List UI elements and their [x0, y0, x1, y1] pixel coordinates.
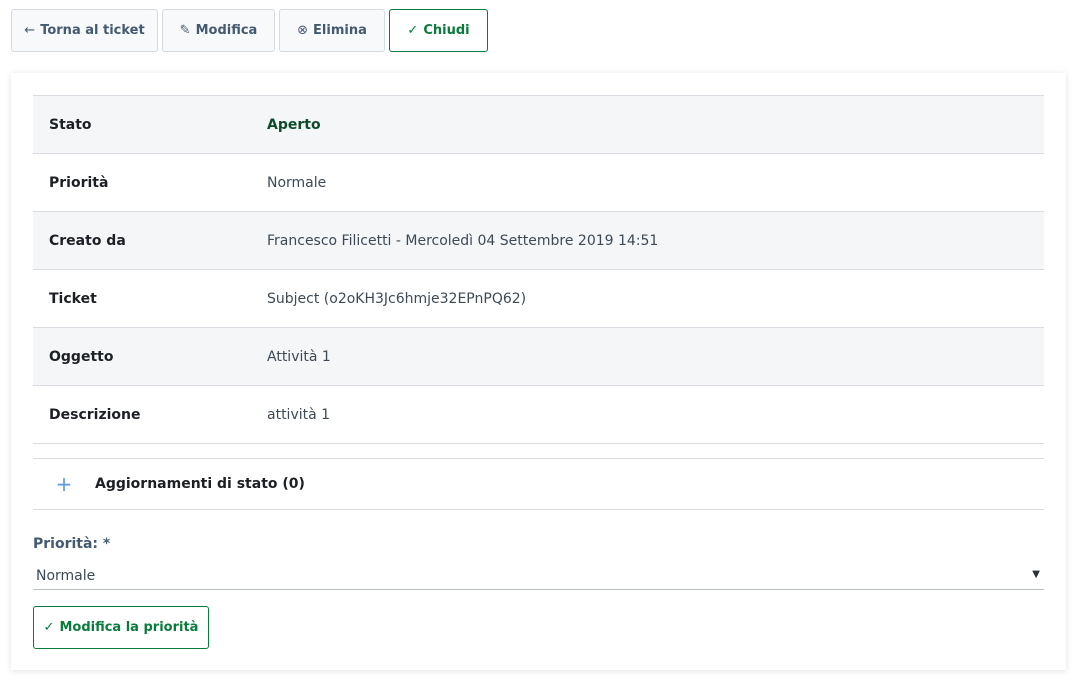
- back-to-ticket-label: Torna al ticket: [40, 23, 145, 38]
- description-value: attività 1: [267, 385, 1044, 444]
- status-updates-toggle[interactable]: + Aggiornamenti di stato (0): [33, 458, 1044, 510]
- edit-button[interactable]: ✎ Modifica: [162, 9, 275, 52]
- plus-icon: +: [55, 472, 73, 496]
- close-ticket-label: Chiudi: [423, 23, 470, 38]
- close-ticket-button[interactable]: ✓ Chiudi: [389, 9, 488, 52]
- row-key: Priorità: [33, 153, 267, 212]
- status-updates-label: Aggiornamenti di stato (0): [95, 476, 305, 492]
- pencil-icon: ✎: [179, 23, 191, 38]
- check-icon: ✓: [407, 23, 419, 38]
- created-by-value: Francesco Filicetti - Mercoledì 04 Sette…: [267, 211, 1044, 270]
- table-row: Ticket Subject (o2oKH3Jc6hmje32EPnPQ62): [33, 269, 1044, 328]
- status-value: Aperto: [267, 95, 1044, 154]
- delete-button[interactable]: ⊗ Elimina: [279, 9, 385, 52]
- ticket-toolbar: ← Torna al ticket ✎ Modifica ⊗ Elimina ✓…: [11, 9, 488, 52]
- ticket-card: Stato Aperto Priorità Normale Creato da …: [11, 73, 1066, 670]
- row-key: Stato: [33, 95, 267, 154]
- update-priority-button[interactable]: ✓ Modifica la priorità: [33, 606, 209, 649]
- edit-label: Modifica: [195, 23, 258, 38]
- priority-field-label: Priorità: *: [33, 536, 111, 552]
- ticket-details-table: Stato Aperto Priorità Normale Creato da …: [33, 95, 1044, 444]
- row-key: Ticket: [33, 269, 267, 328]
- caret-down-icon: ▼: [1032, 569, 1040, 580]
- priority-selected-value: Normale: [36, 568, 96, 584]
- ticket-value: Subject (o2oKH3Jc6hmje32EPnPQ62): [267, 269, 1044, 328]
- subject-value: Attività 1: [267, 327, 1044, 386]
- back-to-ticket-button[interactable]: ← Torna al ticket: [11, 9, 158, 52]
- table-row: Stato Aperto: [33, 95, 1044, 154]
- delete-label: Elimina: [313, 23, 367, 38]
- priority-select[interactable]: Normale ▼: [33, 565, 1044, 590]
- table-row: Creato da Francesco Filicetti - Mercoled…: [33, 211, 1044, 270]
- arrow-left-icon: ←: [24, 23, 36, 38]
- table-row: Descrizione attività 1: [33, 385, 1044, 444]
- row-key: Descrizione: [33, 385, 267, 444]
- circle-x-icon: ⊗: [297, 23, 309, 38]
- row-key: Oggetto: [33, 327, 267, 386]
- table-row: Oggetto Attività 1: [33, 327, 1044, 386]
- check-icon: ✓: [43, 620, 55, 635]
- row-key: Creato da: [33, 211, 267, 270]
- update-priority-label: Modifica la priorità: [59, 620, 199, 635]
- table-row: Priorità Normale: [33, 153, 1044, 212]
- priority-value: Normale: [267, 153, 1044, 212]
